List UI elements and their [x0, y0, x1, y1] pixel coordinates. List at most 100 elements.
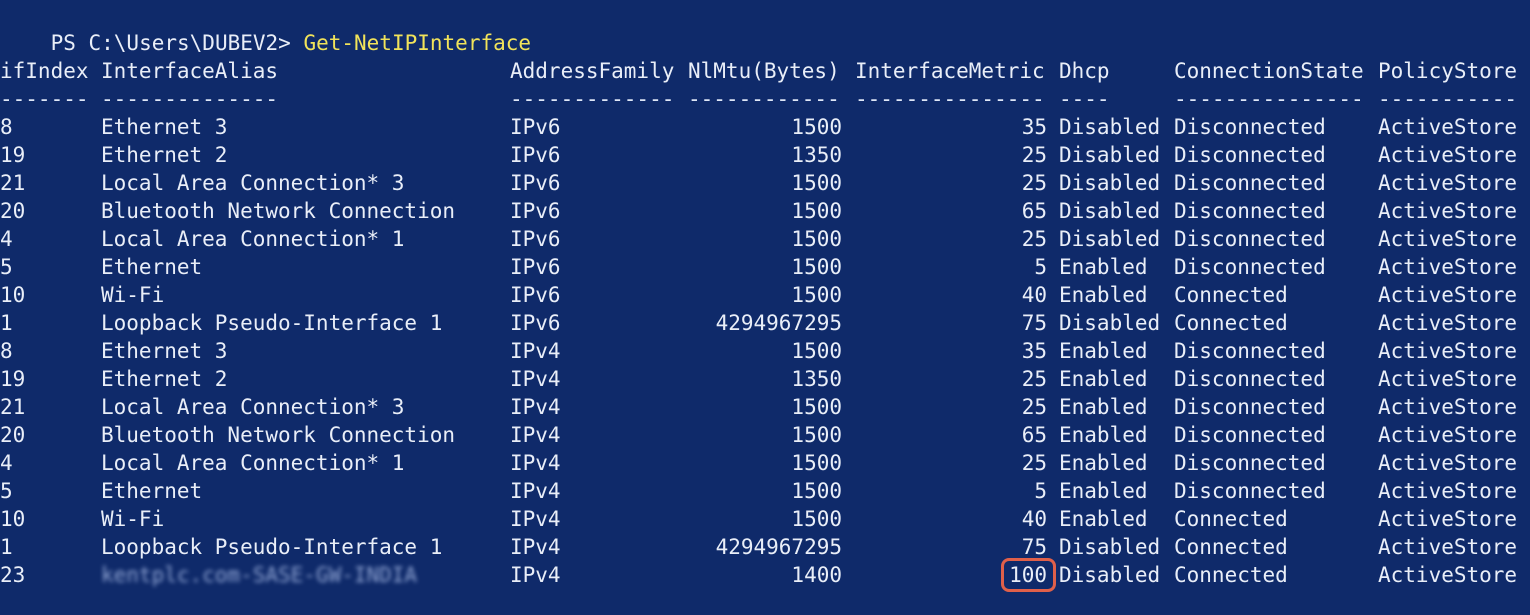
cell-dhcp: Enabled: [1059, 451, 1148, 475]
cell-address-family: IPv6: [510, 171, 561, 195]
cell-mtu: 1500: [791, 199, 842, 223]
cell-connection-state: Disconnected: [1174, 143, 1326, 167]
cell-interface-metric: 75: [1021, 311, 1047, 335]
column-header: PolicyStore: [1378, 59, 1518, 83]
cell-policy-store: ActiveStore: [1378, 563, 1518, 587]
cell-mtu: 1500: [791, 479, 842, 503]
cell-dhcp: Enabled: [1059, 283, 1148, 307]
cell-dhcp: Enabled: [1059, 479, 1148, 503]
cell-mtu: 1500: [791, 171, 842, 195]
prompt-command: Get-NetIPInterface: [303, 31, 532, 55]
cell-mtu: 1500: [791, 423, 842, 447]
cell-dhcp: Disabled: [1059, 311, 1161, 335]
cell-policy-store: ActiveStore: [1378, 171, 1518, 195]
cell-interface-metric: 75: [1021, 535, 1047, 559]
cell-connection-state: Disconnected: [1174, 339, 1326, 363]
powershell-terminal[interactable]: PS C:\Users\DUBEV2> Get-NetIPInterface i…: [0, 0, 1530, 615]
prompt-path: PS C:\Users\DUBEV2>: [50, 31, 304, 55]
cell-address-family: IPv6: [510, 143, 561, 167]
cell-mtu: 4294967295: [715, 535, 842, 559]
cell-interface-metric: 35: [1021, 339, 1047, 363]
cell-address-family: IPv4: [510, 479, 561, 503]
cell-dhcp: Disabled: [1059, 227, 1161, 251]
cell-policy-store: ActiveStore: [1378, 311, 1518, 335]
cell-policy-store: ActiveStore: [1378, 339, 1518, 363]
cell-interface-alias: Ethernet: [101, 255, 203, 279]
cell-interface-metric: 5: [1034, 255, 1047, 279]
cell-interface-alias: Local Area Connection* 1: [101, 227, 405, 251]
cell-address-family: IPv6: [510, 255, 561, 279]
cell-ifindex: 10: [0, 507, 26, 531]
cell-dhcp: Disabled: [1059, 115, 1161, 139]
cell-interface-metric: 65: [1021, 423, 1047, 447]
cell-interface-metric: 25: [1021, 451, 1047, 475]
cell-address-family: IPv4: [510, 339, 561, 363]
cell-connection-state: Connected: [1174, 311, 1288, 335]
cell-interface-metric: 25: [1021, 395, 1047, 419]
cell-address-family: IPv4: [510, 535, 561, 559]
cell-policy-store: ActiveStore: [1378, 227, 1518, 251]
cell-mtu: 1500: [791, 451, 842, 475]
cell-connection-state: Disconnected: [1174, 451, 1326, 475]
cell-interface-alias: Ethernet 2: [101, 143, 228, 167]
cell-connection-state: Connected: [1174, 563, 1288, 587]
column-separator: --------------: [101, 87, 279, 111]
cell-address-family: IPv4: [510, 423, 561, 447]
cell-interface-alias: Ethernet 3: [101, 339, 228, 363]
cell-ifindex: 20: [0, 423, 26, 447]
cell-dhcp: Enabled: [1059, 339, 1148, 363]
cell-connection-state: Disconnected: [1174, 423, 1326, 447]
cell-address-family: IPv4: [510, 451, 561, 475]
cell-interface-metric: 25: [1021, 143, 1047, 167]
cell-ifindex: 5: [0, 479, 13, 503]
cell-mtu: 1500: [791, 507, 842, 531]
cell-interface-alias: Loopback Pseudo-Interface 1: [101, 535, 443, 559]
cell-policy-store: ActiveStore: [1378, 535, 1518, 559]
cell-mtu: 4294967295: [715, 311, 842, 335]
cell-address-family: IPv6: [510, 227, 561, 251]
cell-dhcp: Disabled: [1059, 143, 1161, 167]
cell-interface-alias: Bluetooth Network Connection: [101, 199, 456, 223]
cell-connection-state: Disconnected: [1174, 115, 1326, 139]
cell-dhcp: Enabled: [1059, 395, 1148, 419]
cell-address-family: IPv6: [510, 199, 561, 223]
cell-interface-alias: Ethernet 3: [101, 115, 228, 139]
cell-mtu: 1350: [791, 367, 842, 391]
cell-interface-alias: Local Area Connection* 1: [101, 451, 405, 475]
cell-address-family: IPv6: [510, 311, 561, 335]
cell-mtu: 1500: [791, 227, 842, 251]
cell-interface-metric: 40: [1021, 283, 1047, 307]
cell-policy-store: ActiveStore: [1378, 199, 1518, 223]
cell-interface-alias: Wi-Fi: [101, 283, 165, 307]
cell-policy-store: ActiveStore: [1378, 283, 1518, 307]
cell-mtu: 1500: [791, 255, 842, 279]
cell-dhcp: Disabled: [1059, 563, 1161, 587]
cell-ifindex: 5: [0, 255, 13, 279]
cell-connection-state: Disconnected: [1174, 367, 1326, 391]
cell-interface-alias: Local Area Connection* 3: [101, 395, 405, 419]
cell-interface-alias: Ethernet: [101, 479, 203, 503]
cell-ifindex: 4: [0, 227, 13, 251]
cell-dhcp: Disabled: [1059, 535, 1161, 559]
cell-dhcp: Enabled: [1059, 255, 1148, 279]
cell-mtu: 1500: [791, 115, 842, 139]
cell-interface-metric: 5: [1034, 479, 1047, 503]
cell-dhcp: Enabled: [1059, 367, 1148, 391]
cell-connection-state: Disconnected: [1174, 199, 1326, 223]
cell-dhcp: Enabled: [1059, 423, 1148, 447]
cell-connection-state: Disconnected: [1174, 395, 1326, 419]
cell-interface-metric: 40: [1021, 507, 1047, 531]
cell-policy-store: ActiveStore: [1378, 255, 1518, 279]
cell-interface-metric: 25: [1021, 227, 1047, 251]
cell-interface-metric: 35: [1021, 115, 1047, 139]
cell-address-family: IPv4: [510, 395, 561, 419]
cell-ifindex: 4: [0, 451, 13, 475]
cell-ifindex: 10: [0, 283, 26, 307]
cell-mtu: 1500: [791, 339, 842, 363]
cell-interface-alias: Ethernet 2: [101, 367, 228, 391]
cell-connection-state: Disconnected: [1174, 171, 1326, 195]
cell-policy-store: ActiveStore: [1378, 143, 1518, 167]
cell-interface-alias: Bluetooth Network Connection: [101, 423, 456, 447]
cell-ifindex: 23: [0, 563, 26, 587]
cell-address-family: IPv4: [510, 367, 561, 391]
